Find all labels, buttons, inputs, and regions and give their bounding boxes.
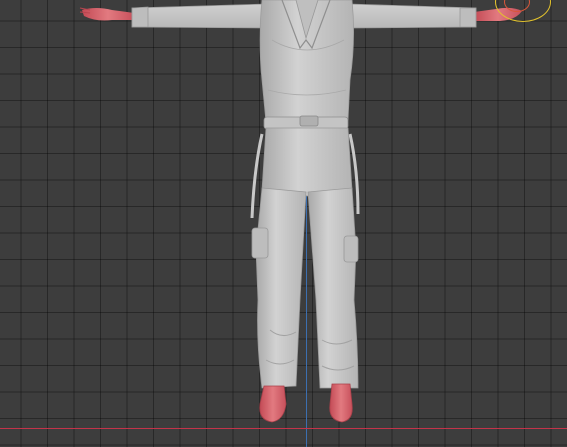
belt: [263, 115, 349, 130]
left-foot: [259, 385, 287, 423]
character-model[interactable]: [0, 0, 567, 447]
jacket: [259, 0, 354, 123]
left-hand: [79, 7, 134, 21]
pants: [251, 127, 359, 389]
right-foot: [329, 383, 353, 423]
3d-viewport[interactable]: [0, 0, 567, 447]
